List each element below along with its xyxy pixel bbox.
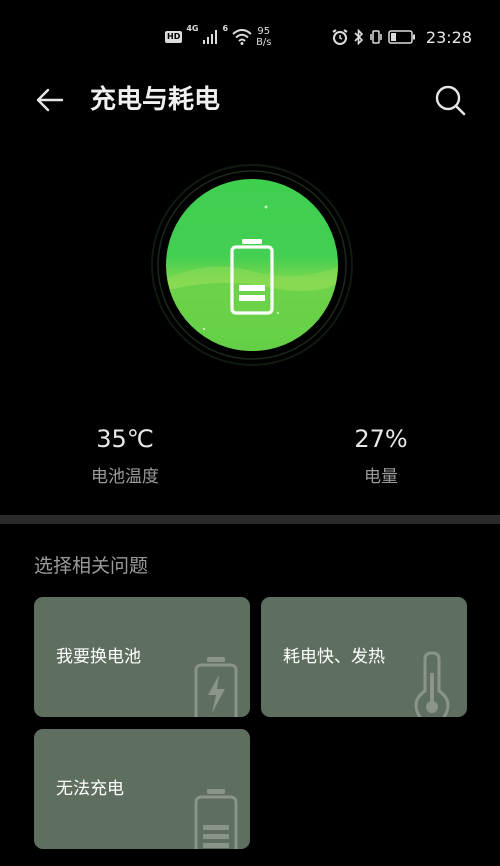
- network-type: 4G: [186, 24, 199, 33]
- clock: 23:28: [425, 27, 472, 47]
- battery-ring: [150, 163, 354, 367]
- status-left: HD 4G 6 95 B/s: [165, 24, 272, 50]
- battery-level-stat: 27% 电量: [301, 424, 461, 488]
- back-arrow-icon: [36, 88, 64, 112]
- network-speed: 95 B/s: [256, 26, 271, 48]
- battery-level-circle: [166, 179, 338, 351]
- search-icon: [435, 85, 466, 116]
- battery-level-value: 27%: [354, 425, 408, 453]
- vibrate-icon: [370, 30, 382, 44]
- wifi-badge: 6: [222, 24, 229, 33]
- back-button[interactable]: [30, 80, 70, 120]
- signal-icon: [203, 30, 218, 44]
- bluetooth-icon: [354, 29, 364, 45]
- thermometer-icon: [414, 651, 450, 717]
- hd-badge: HD: [165, 31, 183, 43]
- issue-card-drain-heat[interactable]: 耗电快、发热: [261, 597, 467, 717]
- battery-charging-icon: [194, 657, 238, 717]
- temperature-stat: 35℃ 电池温度: [45, 424, 205, 488]
- status-right: 23:28: [332, 24, 472, 50]
- search-button[interactable]: [430, 80, 470, 120]
- speed-value: 95: [257, 26, 271, 37]
- card-label: 我要换电池: [56, 647, 141, 667]
- battery-icon: [194, 789, 238, 849]
- battery-icon: [230, 239, 274, 315]
- status-bar: HD 4G 6 95 B/s 23:28: [0, 0, 500, 72]
- card-label: 无法充电: [56, 779, 124, 799]
- battery-status-icon: [388, 30, 415, 44]
- speed-unit: B/s: [256, 37, 272, 48]
- temperature-value: 35℃: [96, 425, 154, 453]
- section-divider: [0, 515, 500, 524]
- battery-level-label: 电量: [364, 467, 398, 487]
- wifi-icon: [232, 29, 252, 45]
- section-title: 选择相关问题: [34, 555, 149, 577]
- card-label: 耗电快、发热: [283, 647, 385, 667]
- alarm-icon: [332, 29, 348, 45]
- issue-card-cannot-charge[interactable]: 无法充电: [34, 729, 250, 849]
- top-bar: 充电与耗电: [0, 72, 500, 128]
- issue-card-replace-battery[interactable]: 我要换电池: [34, 597, 250, 717]
- page-title: 充电与耗电: [90, 85, 221, 115]
- temperature-label: 电池温度: [91, 467, 159, 487]
